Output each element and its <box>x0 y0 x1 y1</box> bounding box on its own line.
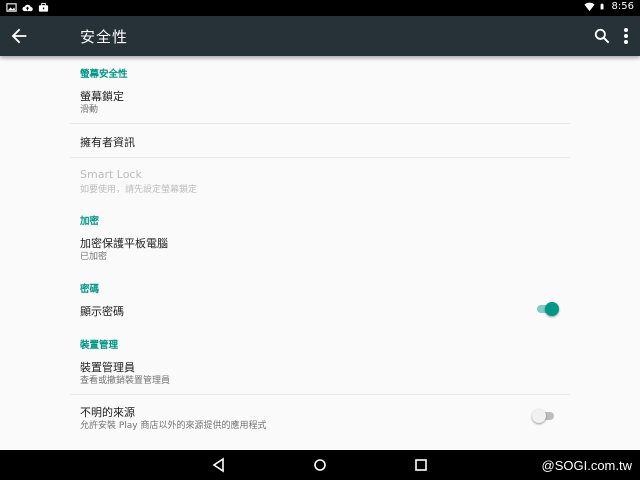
unknown-sources-switch[interactable] <box>532 409 556 423</box>
pref-screen-lock-summary: 滑動 <box>80 105 99 115</box>
watermark: @SOGI.com.tw <box>541 458 633 473</box>
arrow-back-icon[interactable] <box>8 25 30 47</box>
settings-list: 螢幕安全性 螢幕鎖定 滑動 擁有者資訊 Smart Lock 如要使用，請先設定… <box>0 56 640 450</box>
pref-smart-lock-summary: 如要使用，請先設定螢幕鎖定 <box>80 185 198 195</box>
pref-device-administrators-summary: 查看或撤銷裝置管理員 <box>80 376 171 386</box>
nav-back-icon[interactable] <box>211 457 227 473</box>
show-password-switch[interactable] <box>535 302 559 316</box>
clock: 8:56 <box>611 1 634 12</box>
pref-show-password-title: 顯示密碼 <box>80 305 124 318</box>
pref-owner-info-title: 擁有者資訊 <box>80 136 135 149</box>
wifi-icon <box>583 2 595 12</box>
switch-thumb <box>545 302 559 316</box>
navigation-bar: @SOGI.com.tw <box>0 450 640 480</box>
cloud-upload-icon <box>22 4 33 12</box>
briefcase-icon <box>38 2 49 12</box>
image-icon <box>6 3 17 12</box>
system-indicators: 8:56 <box>583 1 634 12</box>
app-toolbar: 安全性 <box>0 16 640 56</box>
more-vert-icon[interactable] <box>618 26 634 46</box>
divider <box>70 394 570 395</box>
battery-icon <box>600 3 604 10</box>
section-header-device-admin: 裝置管理 <box>80 340 119 351</box>
pref-smart-lock-title: Smart Lock <box>80 168 142 181</box>
status-bar: 8:56 <box>0 0 640 16</box>
search-icon[interactable] <box>592 26 612 46</box>
switch-thumb <box>532 409 546 423</box>
nav-home-icon[interactable] <box>312 457 328 473</box>
section-header-passwords: 密碼 <box>80 284 100 295</box>
section-header-encryption: 加密 <box>80 216 100 227</box>
pref-unknown-sources-summary: 允許安裝 Play 商店以外的來源提供的應用程式 <box>80 421 267 431</box>
nav-recents-icon[interactable] <box>413 457 429 473</box>
page-title: 安全性 <box>80 28 129 46</box>
divider <box>70 157 570 158</box>
divider <box>70 123 570 124</box>
pref-encrypt-tablet-summary: 已加密 <box>80 252 108 262</box>
section-header-screen-security: 螢幕安全性 <box>80 69 128 80</box>
notification-icons <box>6 2 49 13</box>
